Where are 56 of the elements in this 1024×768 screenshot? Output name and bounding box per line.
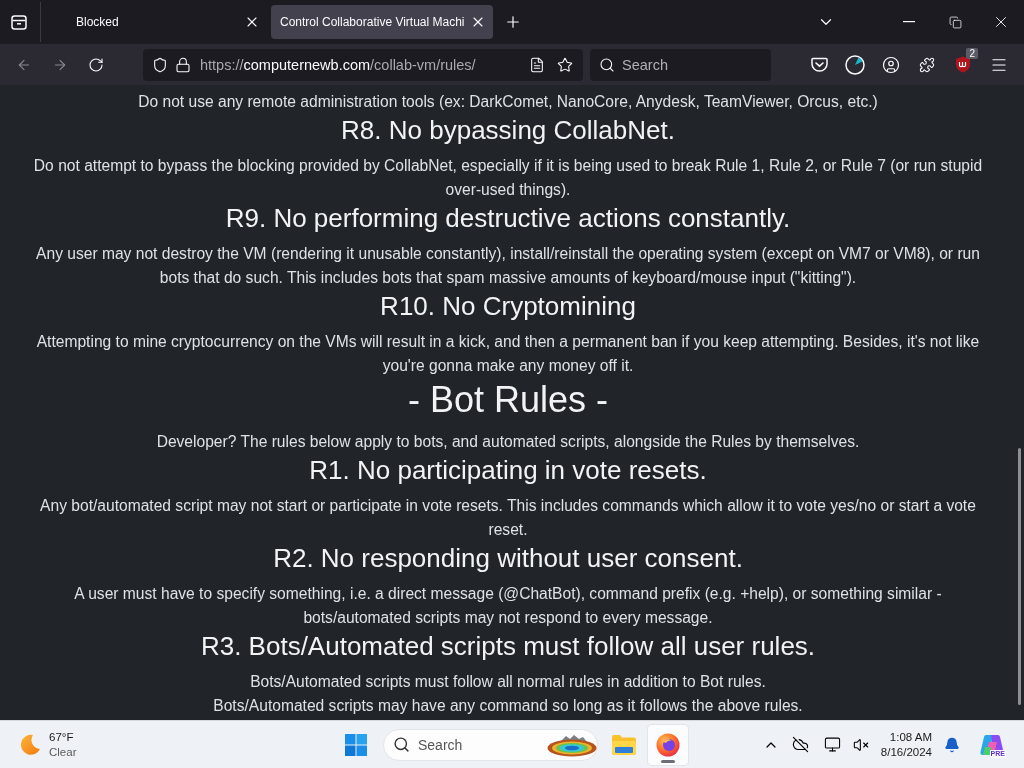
search-field[interactable]: Search: [590, 48, 771, 81]
fox-globe-icon: [656, 732, 680, 757]
scrollbar-thumb[interactable]: [1017, 448, 1021, 705]
star-icon: [557, 56, 573, 73]
blocker-extension-button[interactable]: 2: [947, 48, 979, 81]
rule-heading: R1. No participating in vote resets.: [309, 454, 707, 486]
rule-text: Any user may not destroy the VM (rendering it unusable constantly), install/reinstall the operating system (except on VM7 or VM8), or run bots that do such. This includes bots that spam massive amounts of keyboard/mouse input ("kitting").: [35, 244, 981, 288]
folder-icon: [612, 734, 636, 755]
clock-date[interactable]: 8/16/2024: [880, 744, 932, 760]
copilot-icon: [980, 732, 1004, 757]
blocker-shield-icon: [955, 56, 971, 73]
taskbar-app-button[interactable]: [648, 724, 688, 765]
tab-list-icon: [11, 14, 27, 30]
lock-icon: [175, 56, 191, 73]
rule-heading: R3. Bots/Automated scripts must follow all user rules.: [200, 630, 816, 662]
rule-text: Bots/Automated scripts may have any command so long as it follows the above rules.: [213, 696, 803, 716]
browser-tab[interactable]: Control Collaborative Virtual Machi: [271, 5, 493, 39]
moon-icon: [19, 733, 41, 756]
restore-icon: [948, 15, 962, 29]
section-heading: - Bot Rules -: [407, 378, 609, 422]
rule-text: Any bot/automated script may not start or participate in vote resets. This includes commands which allow it to vote yes/no or start a vote reset.: [39, 496, 977, 540]
windows-logo-icon[interactable]: [345, 733, 367, 756]
account-icon: [882, 55, 900, 74]
puzzle-icon: [919, 56, 935, 73]
reader-view-icon: [529, 56, 545, 73]
gauge-icon: [845, 54, 865, 75]
notification-badge: 2: [966, 47, 978, 59]
minimize-icon: [903, 21, 915, 23]
browser-tab[interactable]: Blocked: [45, 5, 267, 39]
rule-heading: R2. No responding without user consent.: [273, 542, 743, 574]
rule-text: A user must have to specify something, i.e. a direct message (@ChatBot), command prefix (e.g. +help), or something similar - bots/automated scripts may not respond to every message.: [73, 584, 943, 628]
address-bar[interactable]: https://computernewb.com/collab-vm/rules/: [143, 48, 583, 81]
rule-heading: R8. No bypassing CollabNet.: [341, 114, 675, 146]
hot-spring-icon: [547, 732, 597, 757]
reload-icon: [88, 56, 104, 73]
weather-temperature[interactable]: 67°F: [49, 729, 77, 745]
search-icon: [599, 56, 615, 73]
rule-text: Developer? The rules below apply to bots, and automated scripts, alongside the Rules by themselves.: [156, 432, 860, 452]
taskbar-search-field[interactable]: Search: [383, 728, 598, 761]
search-icon: [393, 736, 410, 753]
monitor-icon: [824, 736, 842, 753]
rule-text: Do not attempt to bypass the blocking provided by CollabNet, especially if it is being used to break Rule 1, Rule 2, or Rule 7 (or run stupid over-used things).: [32, 156, 984, 200]
rule-text: Bots/Automated scripts must follow all normal rules in addition to Bot rules.: [250, 672, 766, 692]
speaker-muted-icon: [852, 736, 869, 753]
shield-icon: [152, 56, 168, 73]
rule-heading: R10. No Cryptomining: [380, 290, 636, 322]
plus-icon: [504, 13, 522, 31]
bell-icon: [944, 736, 960, 753]
cloud-off-icon: [792, 736, 810, 753]
active-indicator: [661, 759, 675, 763]
pocket-icon: [810, 57, 828, 72]
weather-condition[interactable]: Clear: [49, 744, 77, 760]
rule-heading: R9. No performing destructive actions constantly.: [225, 202, 791, 234]
clock-time[interactable]: 1:08 AM: [889, 729, 932, 745]
rule-text: Do not use any remote administration tools (ex: DarkComet, NanoCore, Anydesk, TeamViewer, Orcus, etc.): [138, 92, 878, 112]
rule-text: Attempting to mine cryptocurrency on the VMs will result in a kick, and then a permanent ban if you keep attempting. Besides, it's not like you're gonna make any money off it.: [35, 332, 981, 376]
